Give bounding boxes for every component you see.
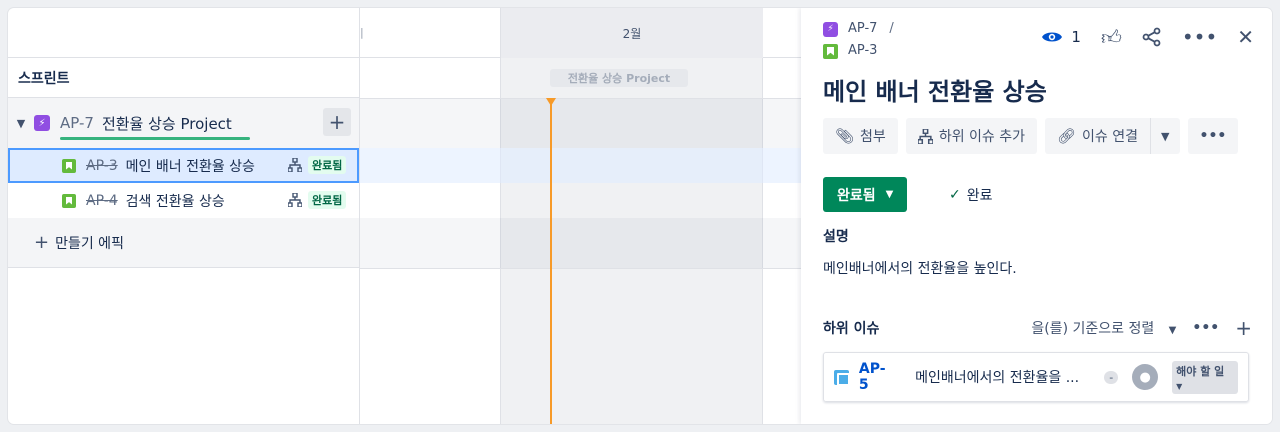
breadcrumb-separator: /: [889, 21, 894, 36]
create-epic-label[interactable]: 만들기 에픽: [55, 233, 124, 253]
status-badge: 완료됨: [308, 191, 347, 209]
subtasks-heading: 하위 이슈: [823, 321, 880, 337]
chevron-down-icon: ▼: [1176, 381, 1183, 391]
subtasks-toolbar: 을(를) 기준으로 정렬 ▼ ••• +: [1031, 316, 1252, 340]
issue-name[interactable]: 검색 전환율 상승: [126, 191, 225, 211]
story-icon: [62, 193, 76, 208]
list-header-blank: [8, 8, 359, 58]
description-text[interactable]: 메인배너에서의 전환율을 높인다.: [823, 258, 1017, 278]
hierarchy-icon: [917, 128, 933, 144]
issue-name[interactable]: 메인 배너 전환율 상승: [126, 156, 255, 176]
add-child-button[interactable]: +: [323, 108, 351, 136]
story-icon: [823, 43, 838, 59]
sprint-header: 스프린트: [8, 58, 359, 98]
more-icon: •••: [1199, 128, 1227, 144]
selected-row-band: [360, 148, 801, 183]
breadcrumb-current[interactable]: AP-3: [848, 40, 877, 62]
chevron-down-icon: ▼: [885, 189, 894, 200]
subtask-icon: [834, 369, 850, 386]
epic-icon: ⚡: [823, 21, 838, 37]
chevron-down-icon: ▼: [1161, 129, 1170, 143]
epic-band: [360, 99, 801, 148]
today-marker-line: [550, 100, 552, 424]
sprint-chip[interactable]: 전환율 상승 Project: [550, 69, 688, 87]
breadcrumb: ⚡ AP-7 / AP-3: [823, 18, 894, 62]
priority-badge: -: [1104, 370, 1119, 384]
month-label: 2월: [501, 8, 763, 58]
plus-icon: +: [34, 232, 50, 253]
link-icon: 🔗︎: [1057, 127, 1077, 145]
sort-label: 을(를) 기준으로 정렬: [1031, 321, 1155, 337]
issue-row-ap-4[interactable]: AP-4 검색 전환율 상승 완료됨: [8, 183, 359, 218]
issue-row-ap-3[interactable]: AP-3 메인 배너 전환율 상승 완료됨: [8, 148, 359, 183]
issue-detail-panel: ⚡ AP-7 / AP-3 1 👍︎ ••• ✕ 메인 배너 전환율 상승 📎︎: [801, 8, 1272, 424]
issue-title[interactable]: 메인 배너 전환율 상승: [823, 72, 1047, 107]
sort-dropdown[interactable]: 을(를) 기준으로 정렬 ▼: [1031, 318, 1176, 338]
timeline-column: [360, 8, 501, 424]
chevron-down-icon[interactable]: ▼: [8, 117, 34, 130]
resolution: ✓ 완료: [949, 185, 993, 205]
hierarchy-icon: [288, 193, 302, 207]
story-icon: [62, 158, 76, 173]
month-tick: |: [360, 26, 364, 39]
resolution-label: 완료: [966, 188, 993, 204]
close-icon[interactable]: ✕: [1237, 26, 1254, 48]
watch-button[interactable]: 1: [1041, 28, 1081, 46]
timeline-grid: 2월 | 전환율 상승 Project: [360, 8, 801, 424]
roadmap-list-panel: 스프린트 ▼ ⚡ AP-7 전환율 상승 Project + AP-3 메인 배…: [8, 8, 360, 424]
create-band: [360, 218, 801, 268]
description-heading: 설명: [823, 229, 849, 245]
add-child-issue-button[interactable]: 하위 이슈 추가: [905, 118, 1037, 154]
create-epic-row[interactable]: + 만들기 에픽: [8, 218, 359, 268]
epic-progress-bar: [60, 137, 250, 140]
link-issue-button[interactable]: 🔗︎ 이슈 연결: [1045, 118, 1151, 154]
watcher-count: 1: [1071, 28, 1081, 46]
subtask-status-label: 해야 할 일: [1176, 364, 1225, 378]
status-badge: 완료됨: [308, 156, 347, 174]
epic-key[interactable]: AP-7: [60, 114, 94, 132]
paperclip-icon: 📎︎: [835, 127, 855, 145]
add-child-label: 하위 이슈 추가: [938, 129, 1025, 145]
chevron-down-icon: ▼: [1168, 325, 1177, 336]
attach-button[interactable]: 📎︎ 첨부: [823, 118, 898, 154]
action-buttons: 📎︎ 첨부 하위 이슈 추가 🔗︎ 이슈 연결 ▼ •••: [823, 118, 1239, 154]
link-issue-label: 이슈 연결: [1082, 129, 1139, 145]
share-icon[interactable]: [1142, 27, 1162, 47]
check-icon: ✓: [949, 187, 961, 203]
status-label: 완료됨: [837, 187, 876, 204]
thumbs-up-icon[interactable]: 👍︎: [1101, 26, 1122, 48]
epic-icon: ⚡: [34, 115, 50, 131]
subtask-name[interactable]: 메인배너에서의 전환율을 ...: [915, 367, 1090, 387]
app-frame: 스프린트 ▼ ⚡ AP-7 전환율 상승 Project + AP-3 메인 배…: [8, 8, 1272, 424]
subtask-status-dropdown[interactable]: 해야 할 일 ▼: [1172, 360, 1239, 394]
link-dropdown-button[interactable]: ▼: [1150, 118, 1180, 154]
avatar[interactable]: ●: [1132, 364, 1159, 390]
epic-row[interactable]: ▼ ⚡ AP-7 전환율 상승 Project +: [8, 98, 359, 148]
today-marker-icon: [546, 98, 556, 106]
hierarchy-icon: [288, 158, 302, 172]
subtask-key[interactable]: AP-5: [859, 361, 895, 393]
issue-key[interactable]: AP-3: [86, 158, 118, 174]
attach-label: 첨부: [860, 129, 886, 145]
eye-icon: [1042, 32, 1063, 42]
more-icon[interactable]: •••: [1192, 320, 1219, 336]
breadcrumb-parent[interactable]: AP-7: [848, 18, 877, 40]
detail-toolbar: 1 👍︎ ••• ✕: [1041, 26, 1254, 48]
more-icon[interactable]: •••: [1182, 26, 1217, 48]
more-actions-button[interactable]: •••: [1187, 118, 1239, 154]
subtask-row[interactable]: AP-5 메인배너에서의 전환율을 ... - ● 해야 할 일 ▼: [823, 352, 1249, 402]
epic-name[interactable]: 전환율 상승 Project: [102, 113, 232, 134]
issue-key[interactable]: AP-4: [86, 193, 118, 209]
link-issue-group: 🔗︎ 이슈 연결 ▼: [1045, 118, 1180, 154]
plus-icon[interactable]: +: [1235, 316, 1252, 340]
status-dropdown[interactable]: 완료됨 ▼: [823, 177, 908, 212]
row-divider: [360, 268, 801, 269]
